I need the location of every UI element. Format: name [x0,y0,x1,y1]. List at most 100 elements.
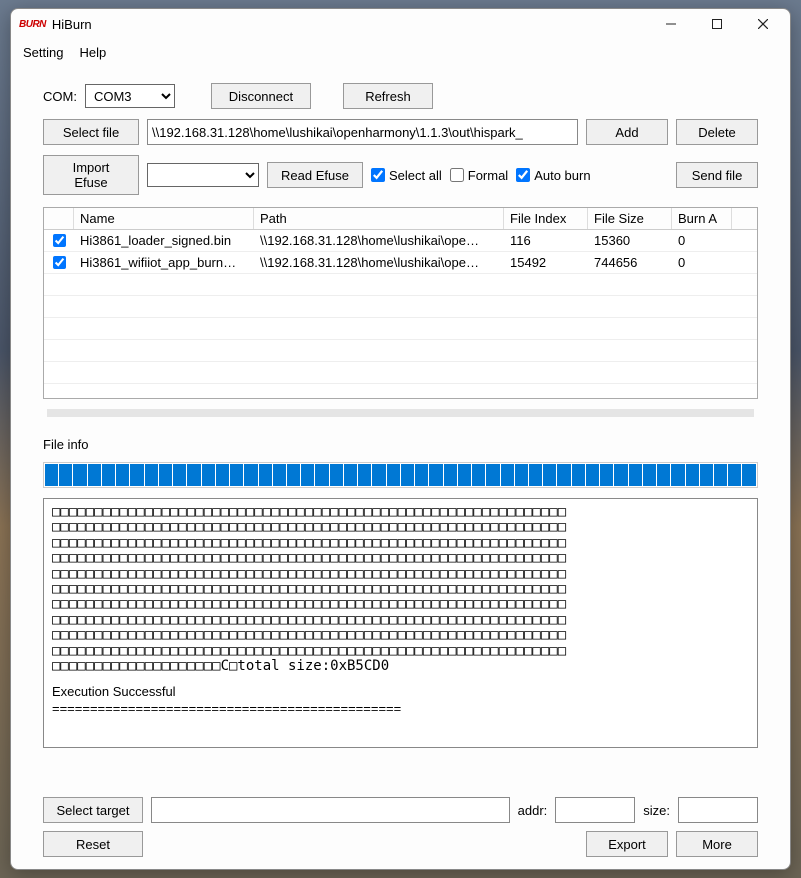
auto-burn-label: Auto burn [534,168,590,183]
log-line: □□□□□□□□□□□□□□□□□□□□□□□□□□□□□□□□□□□□□□□□… [52,567,749,582]
efuse-select[interactable] [147,163,259,187]
progress-segment [216,464,229,486]
table-row[interactable]: Hi3861_loader_signed.bin \\192.168.31.12… [44,230,757,252]
progress-segment [315,464,328,486]
log-line: □□□□□□□□□□□□□□□□□□□□□□□□□□□□□□□□□□□□□□□□… [52,520,749,535]
progress-segment [287,464,300,486]
log-line: □□□□□□□□□□□□□□□□□□□□□□□□□□□□□□□□□□□□□□□□… [52,597,749,612]
com-row: COM: COM3 Disconnect Refresh [43,83,758,109]
progress-segment [130,464,143,486]
refresh-button[interactable]: Refresh [343,83,433,109]
progress-segment [344,464,357,486]
table-row [44,296,757,318]
progress-segment [486,464,499,486]
app-icon: BURN [19,19,46,30]
reset-button[interactable]: Reset [43,831,143,857]
progress-segment [330,464,343,486]
auto-burn-checkbox[interactable]: Auto burn [516,168,590,183]
progress-segment [372,464,385,486]
cell-path: \\192.168.31.128\home\lushikai\ope… [254,252,504,273]
close-button[interactable] [740,10,786,38]
send-file-button[interactable]: Send file [676,162,758,188]
col-path[interactable]: Path [254,208,504,229]
log-line: □□□□□□□□□□□□□□□□□□□□□□□□□□□□□□□□□□□□□□□□… [52,644,749,659]
select-all-checkbox[interactable]: Select all [371,168,442,183]
efuse-row: Import Efuse Read Efuse Select all Forma… [43,155,758,195]
cell-name: Hi3861_wifiiot_app_burn… [74,252,254,273]
menu-help[interactable]: Help [79,45,106,60]
progress-segment [273,464,286,486]
progress-bar: document.write(Array.from({length:50}).m… [43,462,758,488]
progress-segment [444,464,457,486]
cell-burn: 0 [672,252,732,273]
add-button[interactable]: Add [586,119,668,145]
progress-segment [714,464,727,486]
com-select[interactable]: COM3 [85,84,175,108]
progress-segment [159,464,172,486]
select-file-button[interactable]: Select file [43,119,139,145]
progress-segment [45,464,58,486]
progress-segment [629,464,642,486]
progress-segment [358,464,371,486]
progress-segment [501,464,514,486]
more-button[interactable]: More [676,831,758,857]
cell-name: Hi3861_loader_signed.bin [74,230,254,251]
export-button[interactable]: Export [586,831,668,857]
log-line: □□□□□□□□□□□□□□□□□□□□C□total size:0xB5CD0 [52,659,749,674]
table-scrollbar[interactable] [47,409,754,417]
read-efuse-button[interactable]: Read Efuse [267,162,363,188]
table-row[interactable]: Hi3861_wifiiot_app_burn… \\192.168.31.12… [44,252,757,274]
progress-segment [244,464,257,486]
import-efuse-button[interactable]: Import Efuse [43,155,139,195]
progress-segment [429,464,442,486]
formal-checkbox[interactable]: Formal [450,168,508,183]
auto-burn-input[interactable] [516,168,530,182]
cell-file-index: 116 [504,230,588,251]
addr-input[interactable] [555,797,635,823]
col-name[interactable]: Name [74,208,254,229]
maximize-icon [712,19,722,29]
table-row [44,362,757,384]
log-output[interactable]: □□□□□□□□□□□□□□□□□□□□□□□□□□□□□□□□□□□□□□□□… [43,498,758,748]
progress-segment [59,464,72,486]
bottom-panel: Select target addr: size: Reset Export M… [43,797,758,857]
progress-segment [614,464,627,486]
file-table[interactable]: Name Path File Index File Size Burn A Hi… [43,207,758,399]
addr-label: addr: [518,803,548,818]
target-input[interactable] [151,797,510,823]
log-line: □□□□□□□□□□□□□□□□□□□□□□□□□□□□□□□□□□□□□□□□… [52,505,749,520]
select-target-button[interactable]: Select target [43,797,143,823]
delete-button[interactable]: Delete [676,119,758,145]
size-input[interactable] [678,797,758,823]
table-row [44,274,757,296]
select-all-input[interactable] [371,168,385,182]
progress-segment [643,464,656,486]
progress-segment [173,464,186,486]
menu-setting[interactable]: Setting [23,45,63,60]
log-separator: ========================================… [52,701,749,717]
progress-segment [671,464,684,486]
progress-segment [472,464,485,486]
col-file-index[interactable]: File Index [504,208,588,229]
file-path-input[interactable] [147,119,578,145]
progress-segment [145,464,158,486]
col-file-size[interactable]: File Size [588,208,672,229]
progress-segment [415,464,428,486]
progress-segment [88,464,101,486]
progress-segment [458,464,471,486]
file-info-label: File info [43,437,758,452]
disconnect-button[interactable]: Disconnect [211,83,311,109]
row-checkbox[interactable] [53,234,66,247]
cell-burn: 0 [672,230,732,251]
progress-segment [202,464,215,486]
log-line: □□□□□□□□□□□□□□□□□□□□□□□□□□□□□□□□□□□□□□□□… [52,582,749,597]
progress-segment [102,464,115,486]
col-burn-addr[interactable]: Burn A [672,208,732,229]
minimize-button[interactable] [648,10,694,38]
menubar: Setting Help [11,39,790,65]
row-checkbox[interactable] [53,256,66,269]
formal-input[interactable] [450,168,464,182]
maximize-button[interactable] [694,10,740,38]
progress-segment [230,464,243,486]
table-row [44,340,757,362]
